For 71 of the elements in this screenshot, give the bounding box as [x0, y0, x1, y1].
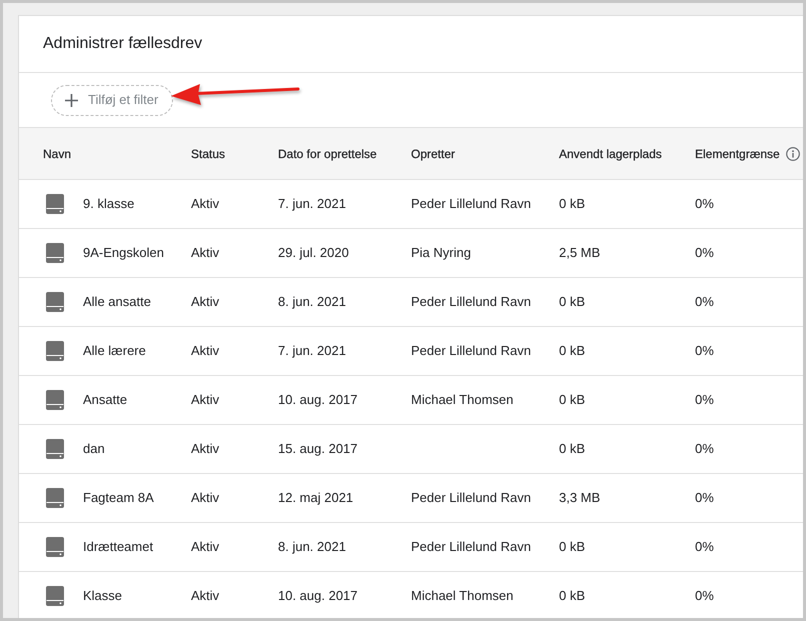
table-cell-text: Peder Lillelund Ravn	[411, 293, 532, 312]
table-cell-text: 12. maj 2021	[278, 489, 354, 508]
drive-name[interactable]: Alle lærere	[83, 341, 146, 361]
shared-drive-icon	[46, 194, 64, 214]
table-cell-text: Peder Lillelund Ravn	[411, 538, 532, 556]
table-cell-text: 0%	[695, 587, 715, 606]
table-cell-text: Aktiv	[191, 587, 220, 606]
column-header: Opretter	[411, 146, 456, 162]
shared-drive-icon	[46, 586, 64, 606]
table-cell-text: 0 kB	[559, 538, 586, 556]
table-cell-text: 10. aug. 2017	[278, 587, 359, 606]
table-cell-text: 0 kB	[559, 293, 586, 312]
table-cell-text: 0 kB	[559, 587, 586, 606]
table-cell-text: 0%	[695, 440, 715, 458]
table-cell-text: Pia Nyring	[411, 244, 472, 262]
page-title: Administrer fællesdrev	[43, 34, 202, 54]
table-cell-text: Michael Thomsen	[411, 587, 514, 606]
table-cell-text: 0%	[695, 342, 715, 360]
table-cell-text: 0%	[695, 538, 715, 556]
table-cell-text: 2,5 MB	[559, 244, 602, 262]
column-header: Status	[191, 146, 226, 162]
shared-drive-icon	[46, 488, 64, 508]
table-cell-text: 0 kB	[559, 342, 586, 360]
table-cell-text: 0%	[695, 195, 715, 214]
table-cell-text: Peder Lillelund Ravn	[411, 195, 532, 214]
table-cell-text: 8. jun. 2021	[278, 293, 347, 312]
column-header: Dato for oprettelse	[278, 146, 377, 162]
table-cell-text: 0 kB	[559, 440, 586, 458]
shared-drive-icon	[46, 439, 64, 459]
table-cell-text: 0 kB	[559, 391, 586, 410]
table-cell-text: 8. jun. 2021	[278, 538, 347, 556]
drive-name[interactable]: Klasse	[83, 586, 122, 606]
shared-drive-icon	[46, 292, 64, 312]
shared-drive-icon	[46, 537, 64, 557]
table-cell-text: Aktiv	[191, 293, 220, 312]
drive-name[interactable]: dan	[83, 439, 105, 459]
drive-name[interactable]: Idrætteamet	[83, 537, 154, 557]
drive-name[interactable]: Fagteam 8A	[83, 488, 154, 508]
table-cell-text: 7. jun. 2021	[278, 342, 347, 360]
table-cell-text: Aktiv	[191, 489, 220, 508]
column-header: Elementgrænse	[695, 146, 780, 162]
table-cell-text: 29. jul. 2020	[278, 244, 350, 262]
table-cell-text: Aktiv	[191, 244, 220, 262]
drive-name[interactable]: 9A-Engskolen	[83, 243, 164, 263]
table-cell-text: Aktiv	[191, 195, 220, 214]
drive-name[interactable]: Alle ansatte	[83, 292, 151, 312]
drive-name[interactable]: 9. klasse	[83, 194, 134, 214]
table-cell-text: 0%	[695, 391, 715, 410]
table-cell-text: Michael Thomsen	[411, 391, 514, 410]
table-cell-text: 0 kB	[559, 195, 586, 214]
table-cell-text: 3,3 MB	[559, 489, 602, 508]
table-cell-text: Aktiv	[191, 538, 220, 556]
drive-name[interactable]: Ansatte	[83, 390, 128, 410]
shared-drive-icon	[46, 341, 64, 361]
add-filter-button[interactable]: Tilføj et filter	[51, 84, 174, 116]
table-cell-text: Peder Lillelund Ravn	[411, 489, 532, 508]
shared-drive-icon	[46, 390, 64, 410]
column-header: Anvendt lagerplads	[559, 146, 662, 162]
plus-icon	[65, 94, 78, 106]
table-cell-text: Aktiv	[191, 391, 220, 410]
table-cell-text: Aktiv	[191, 440, 220, 458]
table-cell-text: 10. aug. 2017	[278, 391, 359, 410]
table-cell-text: 15. aug. 2017	[278, 440, 359, 458]
table-cell-text: Aktiv	[191, 342, 220, 360]
shared-drive-icon	[46, 243, 64, 263]
table-cell-text: Peder Lillelund Ravn	[411, 342, 532, 360]
table-cell-text: 0%	[695, 244, 715, 262]
table-cell-text: 7. jun. 2021	[278, 195, 347, 214]
column-header: Navn	[43, 146, 72, 162]
table-cell-text: 0%	[695, 489, 715, 508]
table-cell-text: 0%	[695, 293, 715, 312]
